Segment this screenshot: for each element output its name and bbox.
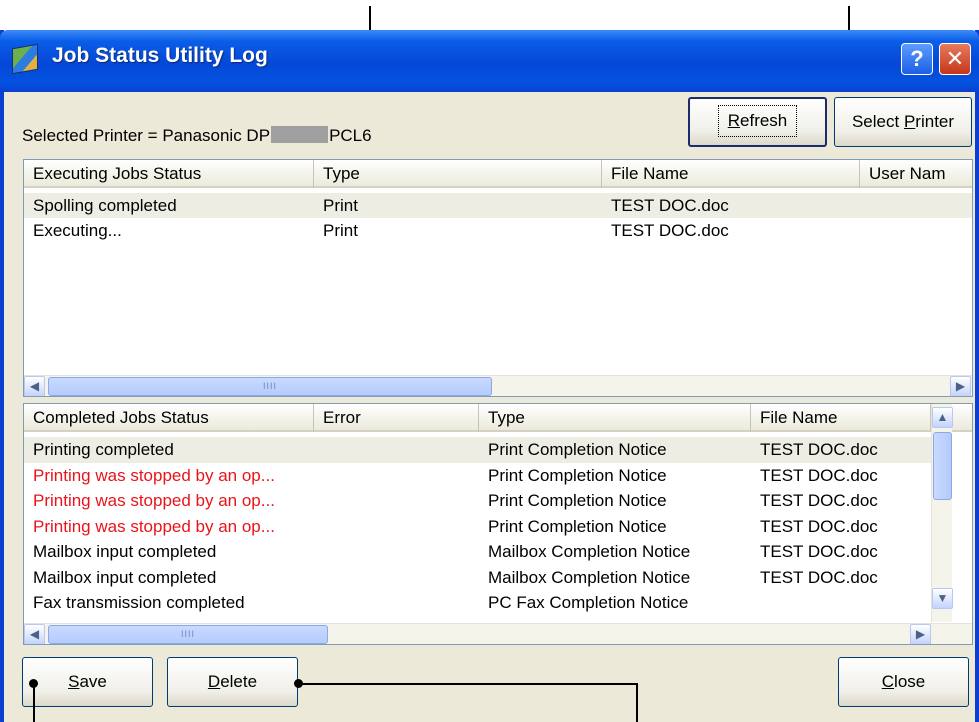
col-executing-file[interactable]: File Name [602, 160, 860, 188]
row-type: Print Completion Notice [488, 465, 667, 485]
col-completed-status[interactable]: Completed Jobs Status [24, 404, 314, 432]
col-completed-type[interactable]: Type [479, 404, 751, 432]
row-type: Print Completion Notice [488, 491, 667, 510]
row-file: TEST DOC.doc [760, 516, 878, 536]
row-status: Mailbox input completed [33, 567, 217, 587]
table-row[interactable]: Printing was stopped by an op... Print Co… [24, 488, 950, 514]
table-row[interactable]: Printing completed Print Completion Notic… [24, 437, 950, 463]
col-completed-error[interactable]: Error [314, 404, 479, 432]
table-row[interactable]: Spolling completed Print TEST DOC.doc [24, 193, 972, 218]
refresh-label-accel: R [727, 111, 741, 130]
completed-jobs-list[interactable]: Completed Jobs Status Error Type File Na… [23, 403, 973, 645]
callout-line-save [33, 683, 35, 722]
executing-list-header: Executing Jobs Status Type File Name Use… [24, 160, 972, 188]
save-label: ave [79, 672, 107, 691]
help-icon[interactable]: ? [901, 43, 933, 75]
table-row[interactable]: Mailbox input completed Mailbox Completio… [24, 565, 950, 591]
app-cube-icon [12, 43, 38, 75]
row-type: Print Completion Notice [488, 516, 667, 536]
row-status: Mailbox input completed [33, 542, 217, 561]
refresh-button[interactable]: Refresh [688, 97, 827, 147]
executing-rows: Spolling completed Print TEST DOC.doc Ex… [24, 193, 972, 243]
select-printer-label-accel: P [903, 112, 916, 131]
row-type: Mailbox Completion Notice [488, 567, 691, 587]
row-status: Printing was stopped by an op... [33, 491, 275, 510]
table-row[interactable]: Executing... Print TEST DOC.doc [24, 218, 972, 243]
col-executing-status[interactable]: Executing Jobs Status [24, 160, 314, 188]
selected-printer-prefix: Selected Printer = Panasonic DP [22, 126, 271, 145]
save-label-accel: S [68, 672, 80, 691]
window-title: Job Status Utility Log [52, 44, 268, 67]
callout-line-delete-h [298, 683, 638, 685]
arrow-right-icon[interactable]: ▶ [950, 376, 971, 396]
arrow-right-icon[interactable]: ▶ [910, 624, 931, 644]
row-status: Printing was stopped by an op... [33, 516, 275, 536]
completed-rows: Printing completed Print Completion Notic… [24, 437, 950, 616]
redacted-model [271, 126, 329, 143]
completed-scroll-thumb[interactable]: IIII [48, 625, 328, 644]
row-type: Mailbox Completion Notice [488, 542, 691, 561]
col-completed-file[interactable]: File Name [751, 404, 931, 432]
row-type: Print [323, 221, 358, 240]
close-icon[interactable]: ✕ [939, 43, 971, 75]
close-label: lose [894, 672, 926, 691]
completed-list-header: Completed Jobs Status Error Type File Na… [24, 404, 972, 432]
row-status: Printing was stopped by an op... [33, 465, 275, 485]
row-status: Spolling completed [33, 196, 177, 215]
completed-vscrollbar[interactable]: ▲ ▼ [931, 404, 953, 622]
callout-line-delete-v [636, 683, 638, 722]
selected-printer-suffix: PCL6 [329, 126, 372, 145]
arrow-left-icon[interactable]: ◀ [24, 624, 45, 644]
arrow-up-icon[interactable]: ▲ [932, 407, 953, 428]
row-file: TEST DOC.doc [611, 221, 729, 240]
completed-vscroll-thumb[interactable] [933, 432, 952, 500]
row-file: TEST DOC.doc [760, 440, 878, 459]
completed-hscrollbar[interactable]: ◀ IIII ▶ [24, 623, 972, 644]
table-row[interactable]: Mailbox input completed Mailbox Completio… [24, 539, 950, 565]
row-status: Executing... [33, 221, 122, 240]
row-type: PC Fax Completion Notice [488, 593, 689, 612]
refresh-label: efresh [740, 111, 788, 130]
close-button[interactable]: Close [838, 657, 969, 707]
table-row[interactable]: Printing was stopped by an op... Print Co… [24, 463, 950, 489]
select-printer-label: rinter [915, 112, 955, 131]
select-printer-label-pre: Select [851, 112, 904, 131]
row-status: Fax transmission completed [33, 593, 245, 612]
arrow-left-icon[interactable]: ◀ [24, 376, 45, 396]
row-file: TEST DOC.doc [760, 542, 878, 561]
close-label-accel: C [881, 672, 895, 691]
executing-hscrollbar[interactable]: ◀ IIII ▶ [24, 375, 972, 396]
save-button[interactable]: Save [22, 657, 153, 707]
arrow-down-icon[interactable]: ▼ [932, 588, 953, 609]
col-executing-type[interactable]: Type [314, 160, 602, 188]
row-file: TEST DOC.doc [760, 465, 878, 485]
title-bar[interactable]: Job Status Utility Log ? ✕ [0, 30, 979, 92]
delete-label: elete [220, 672, 258, 691]
row-file: TEST DOC.doc [760, 491, 878, 510]
row-status: Printing completed [33, 440, 174, 459]
row-file: TEST DOC.doc [760, 567, 878, 587]
executing-jobs-list[interactable]: Executing Jobs Status Type File Name Use… [23, 159, 973, 397]
table-row[interactable]: Fax transmission completed PC Fax Complet… [24, 590, 950, 616]
executing-scroll-thumb[interactable]: IIII [48, 377, 492, 396]
row-type: Print Completion Notice [488, 440, 667, 459]
selected-printer-label: Selected Printer = Panasonic DP PCL6 [22, 126, 372, 146]
table-row[interactable]: Printing was stopped by an op... Print Co… [24, 514, 950, 540]
select-printer-button[interactable]: Select Printer [834, 97, 972, 147]
delete-label-accel: D [207, 672, 221, 691]
col-executing-user[interactable]: User Nam [860, 160, 972, 188]
row-file: TEST DOC.doc [611, 196, 729, 215]
row-type: Print [323, 196, 358, 215]
delete-button[interactable]: Delete [167, 657, 298, 707]
